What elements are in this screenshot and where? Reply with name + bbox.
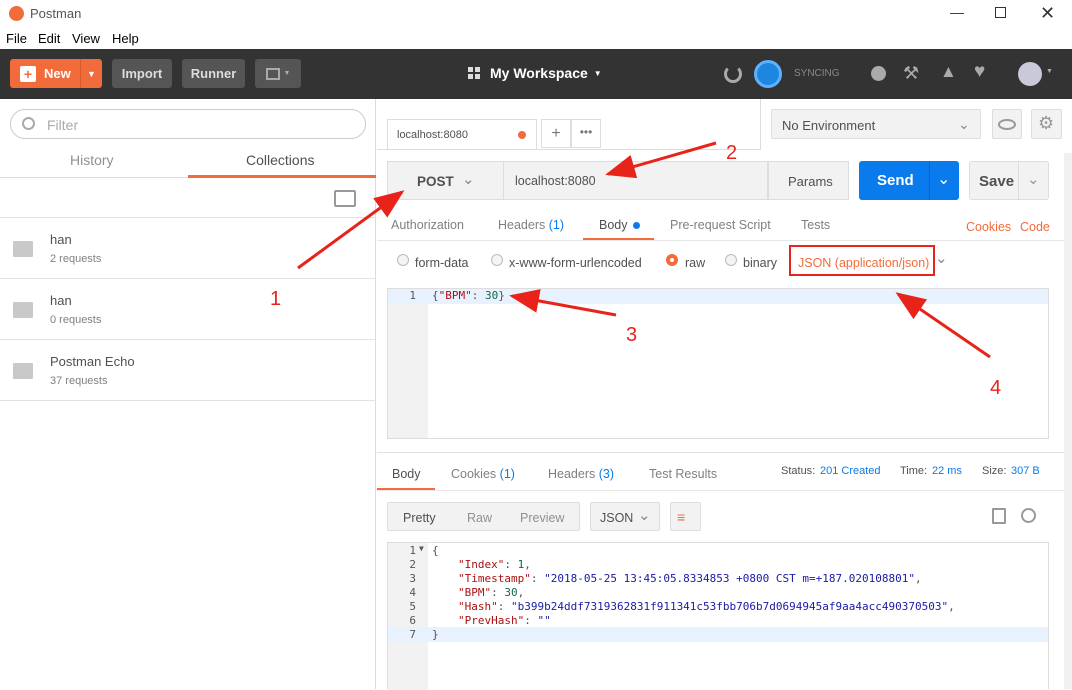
annotation-number-2: 2 [726, 142, 738, 164]
annotation-arrow-1 [297, 190, 405, 270]
annotation-number-1: 1 [270, 288, 282, 310]
annotation-number-4: 4 [990, 377, 1002, 399]
annotation-arrows [297, 141, 991, 359]
annotation-number-3: 3 [626, 324, 638, 346]
annotation-arrow-2 [605, 141, 717, 179]
annotation-arrow-3 [509, 289, 617, 317]
annotation-arrow-4 [895, 292, 991, 359]
